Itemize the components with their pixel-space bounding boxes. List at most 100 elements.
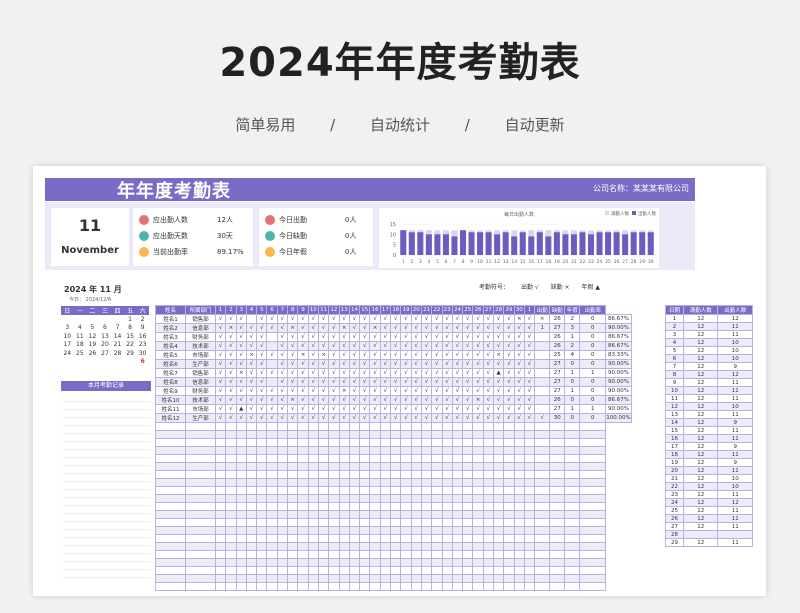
attendance-cell[interactable]	[441, 550, 453, 559]
attendance-cell[interactable]: ×	[225, 323, 237, 333]
attendance-cell[interactable]	[441, 518, 453, 527]
attendance-cell[interactable]	[185, 550, 216, 559]
attendance-cell[interactable]	[564, 510, 581, 519]
attendance-cell[interactable]	[379, 462, 392, 471]
attendance-cell[interactable]: √	[276, 314, 289, 324]
attendance-cell[interactable]	[359, 534, 371, 543]
attendance-cell[interactable]	[534, 486, 551, 495]
attendance-cell[interactable]	[276, 558, 289, 567]
attendance-cell[interactable]: √	[307, 377, 319, 387]
attendance-col-header[interactable]: 1	[214, 305, 227, 315]
attendance-cell[interactable]	[472, 486, 484, 495]
attendance-cell[interactable]	[420, 542, 433, 551]
attendance-cell[interactable]: √	[493, 314, 505, 324]
attendance-cell[interactable]: √	[348, 377, 361, 387]
attendance-cell[interactable]	[287, 430, 299, 439]
attendance-cell[interactable]	[451, 582, 464, 591]
attendance-cell[interactable]: √	[287, 404, 299, 414]
attendance-cell[interactable]	[549, 502, 566, 511]
attendance-cell[interactable]: 销售部	[185, 368, 216, 378]
attendance-cell[interactable]: 4	[564, 350, 581, 360]
attendance-cell[interactable]	[276, 574, 289, 583]
attendance-cell[interactable]: √	[307, 341, 319, 351]
attendance-cell[interactable]: √	[513, 323, 525, 333]
attendance-cell[interactable]	[472, 422, 484, 431]
attendance-cell[interactable]	[390, 582, 402, 591]
attendance-cell[interactable]: √	[245, 359, 258, 369]
attendance-cell[interactable]	[235, 502, 247, 511]
attendance-cell[interactable]	[431, 582, 443, 591]
attendance-cell[interactable]	[245, 542, 258, 551]
attendance-cell[interactable]	[431, 502, 443, 511]
attendance-cell[interactable]	[431, 462, 443, 471]
attendance-cell[interactable]	[328, 446, 340, 455]
attendance-cell[interactable]	[513, 422, 525, 431]
attendance-cell[interactable]: √	[256, 323, 268, 333]
attendance-cell[interactable]	[225, 526, 237, 535]
attendance-cell[interactable]	[400, 526, 412, 535]
attendance-cell[interactable]	[503, 454, 515, 463]
attendance-cell[interactable]: √	[276, 368, 289, 378]
attendance-cell[interactable]: √	[225, 350, 237, 360]
attendance-cell[interactable]	[287, 422, 299, 431]
attendance-cell[interactable]	[441, 430, 453, 439]
attendance-cell[interactable]: √	[235, 395, 247, 405]
attendance-cell[interactable]	[513, 574, 525, 583]
attendance-cell[interactable]	[564, 422, 581, 431]
attendance-cell[interactable]	[338, 430, 350, 439]
attendance-cell[interactable]: √	[462, 323, 474, 333]
attendance-cell[interactable]	[369, 550, 381, 559]
attendance-cell[interactable]	[328, 478, 340, 487]
attendance-cell[interactable]: √	[400, 359, 412, 369]
attendance-cell[interactable]	[379, 510, 392, 519]
attendance-cell[interactable]	[390, 454, 402, 463]
attendance-cell[interactable]	[359, 470, 371, 479]
attendance-cell[interactable]: √	[513, 368, 525, 378]
attendance-cell[interactable]	[493, 494, 505, 503]
attendance-cell[interactable]	[245, 534, 258, 543]
attendance-cell[interactable]	[503, 430, 515, 439]
attendance-cell[interactable]	[503, 438, 515, 447]
attendance-cell[interactable]: √	[451, 323, 464, 333]
attendance-cell[interactable]	[276, 542, 289, 551]
attendance-cell[interactable]	[379, 518, 392, 527]
attendance-cell[interactable]	[348, 454, 361, 463]
attendance-cell[interactable]	[307, 518, 319, 527]
attendance-cell[interactable]: √	[462, 332, 474, 342]
attendance-cell[interactable]	[369, 478, 381, 487]
attendance-cell[interactable]	[155, 518, 186, 527]
attendance-cell[interactable]: √	[431, 359, 443, 369]
attendance-cell[interactable]: √	[410, 332, 422, 342]
attendance-cell[interactable]	[266, 332, 278, 342]
attendance-cell[interactable]: √	[214, 377, 227, 387]
attendance-cell[interactable]	[503, 542, 515, 551]
attendance-cell[interactable]	[256, 566, 268, 575]
attendance-cell[interactable]	[513, 454, 525, 463]
attendance-cell[interactable]	[245, 550, 258, 559]
attendance-cell[interactable]: √	[441, 350, 453, 360]
attendance-cell[interactable]: √	[235, 350, 247, 360]
attendance-cell[interactable]	[155, 494, 186, 503]
attendance-cell[interactable]	[348, 462, 361, 471]
attendance-cell[interactable]	[287, 534, 299, 543]
attendance-cell[interactable]: √	[379, 377, 392, 387]
attendance-cell[interactable]	[410, 502, 422, 511]
attendance-cell[interactable]	[379, 534, 392, 543]
attendance-cell[interactable]: ×	[513, 314, 525, 324]
attendance-cell[interactable]: 0	[579, 413, 607, 423]
attendance-cell[interactable]	[287, 502, 299, 511]
attendance-col-header[interactable]: 姓名	[155, 305, 186, 315]
attendance-cell[interactable]: √	[256, 341, 268, 351]
attendance-col-header[interactable]: 28	[493, 305, 505, 315]
attendance-cell[interactable]	[523, 470, 536, 479]
attendance-cell[interactable]	[235, 542, 247, 551]
attendance-cell[interactable]	[549, 574, 566, 583]
attendance-cell[interactable]	[534, 582, 551, 591]
attendance-cell[interactable]: √	[235, 332, 247, 342]
attendance-cell[interactable]	[400, 510, 412, 519]
attendance-cell[interactable]	[256, 582, 268, 591]
attendance-cell[interactable]	[328, 526, 340, 535]
attendance-cell[interactable]: 姓名2	[155, 323, 186, 333]
attendance-cell[interactable]: √	[431, 368, 443, 378]
attendance-cell[interactable]: √	[451, 404, 464, 414]
